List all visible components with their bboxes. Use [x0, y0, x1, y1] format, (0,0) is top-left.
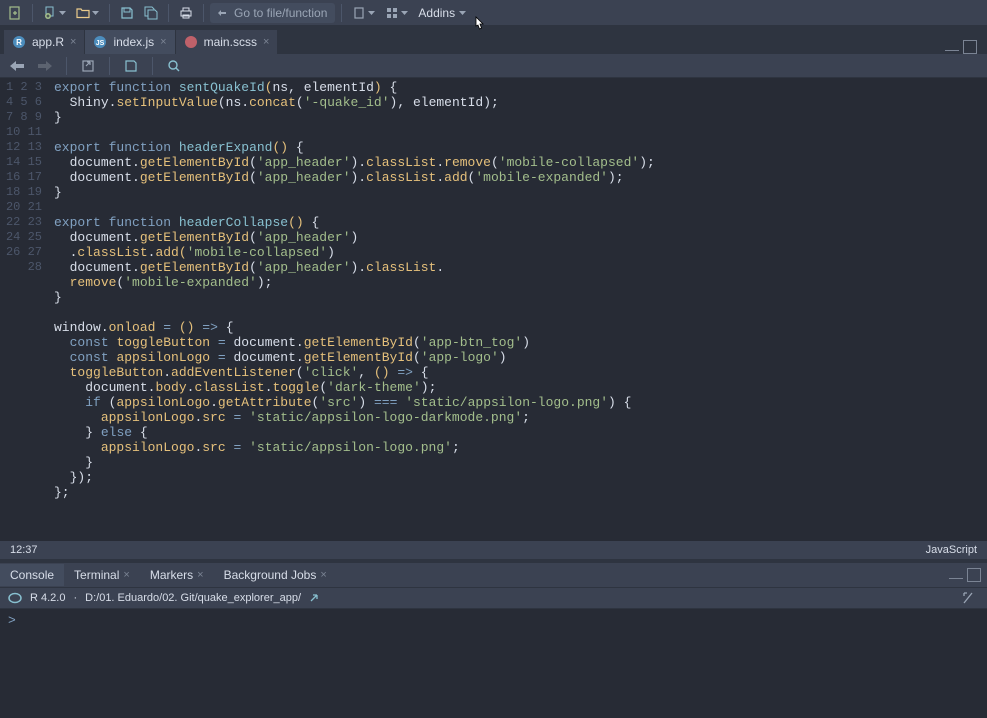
tab-terminal[interactable]: Terminal×	[64, 564, 140, 586]
cursor-position: 12:37	[10, 544, 38, 556]
maximize-pane-button[interactable]	[963, 40, 977, 54]
language-mode[interactable]: JavaScript	[926, 544, 977, 556]
save-all-button[interactable]	[140, 2, 162, 24]
new-project-dropdown[interactable]	[39, 2, 70, 24]
minimize-console-button[interactable]	[949, 571, 963, 579]
line-number-gutter: 1 2 3 4 5 6 7 8 9 10 11 12 13 14 15 16 1…	[0, 78, 50, 541]
console-tabs-row: Console Terminal× Markers× Background Jo…	[0, 563, 987, 587]
addins-menu[interactable]: Addins	[414, 6, 470, 20]
minimize-pane-button[interactable]	[945, 43, 959, 51]
tab-main-scss[interactable]: main.scss ×	[176, 30, 279, 54]
close-icon[interactable]: ×	[70, 36, 76, 48]
close-icon[interactable]: ×	[197, 569, 203, 581]
working-directory[interactable]: D:/01. Eduardo/02. Git/quake_explorer_ap…	[85, 592, 301, 604]
find-button[interactable]	[163, 55, 185, 77]
r-version: R 4.2.0	[30, 592, 65, 604]
close-icon[interactable]: ×	[123, 569, 129, 581]
svg-text:R: R	[16, 38, 22, 47]
close-icon[interactable]: ×	[263, 36, 269, 48]
close-icon[interactable]: ×	[320, 569, 326, 581]
open-file-dropdown[interactable]	[72, 2, 103, 24]
tab-background-jobs[interactable]: Background Jobs×	[214, 564, 337, 586]
code-content[interactable]: export function sentQuakeId(ns, elementI…	[50, 78, 987, 541]
svg-text:JS: JS	[96, 40, 105, 47]
show-in-new-window-button[interactable]	[77, 55, 99, 77]
tab-console[interactable]: Console	[0, 564, 64, 586]
save-file-button[interactable]	[120, 55, 142, 77]
goto-file-function[interactable]: Go to file/function	[210, 3, 335, 23]
tab-index-js[interactable]: JS index.js ×	[85, 30, 175, 54]
popout-icon[interactable]	[309, 593, 319, 603]
maximize-console-button[interactable]	[967, 568, 981, 582]
console-panel: Console Terminal× Markers× Background Jo…	[0, 563, 987, 718]
tab-markers[interactable]: Markers×	[140, 564, 214, 586]
console-prompt: >	[8, 613, 16, 628]
new-file-button[interactable]	[4, 2, 26, 24]
print-button[interactable]	[175, 2, 197, 24]
console-info-bar: R 4.2.0 · D:/01. Eduardo/02. Git/quake_e…	[0, 587, 987, 609]
grid-dropdown[interactable]	[381, 2, 412, 24]
forward-button[interactable]	[34, 55, 56, 77]
back-button[interactable]	[6, 55, 28, 77]
r-logo-icon	[8, 591, 22, 605]
console-output[interactable]: >	[0, 609, 987, 718]
clear-console-button[interactable]	[957, 587, 979, 609]
goto-placeholder: Go to file/function	[234, 6, 327, 20]
editor-toolbar	[0, 54, 987, 78]
tab-app-r[interactable]: R app.R ×	[4, 30, 85, 54]
code-editor[interactable]: 1 2 3 4 5 6 7 8 9 10 11 12 13 14 15 16 1…	[0, 78, 987, 541]
file-tabs-row: R app.R × JS index.js × main.scss ×	[0, 26, 987, 54]
save-button[interactable]	[116, 2, 138, 24]
editor-status-bar: 12:37 JavaScript	[0, 541, 987, 559]
close-icon[interactable]: ×	[160, 36, 166, 48]
tools-dropdown[interactable]	[348, 2, 379, 24]
main-toolbar: Go to file/function Addins	[0, 0, 987, 26]
